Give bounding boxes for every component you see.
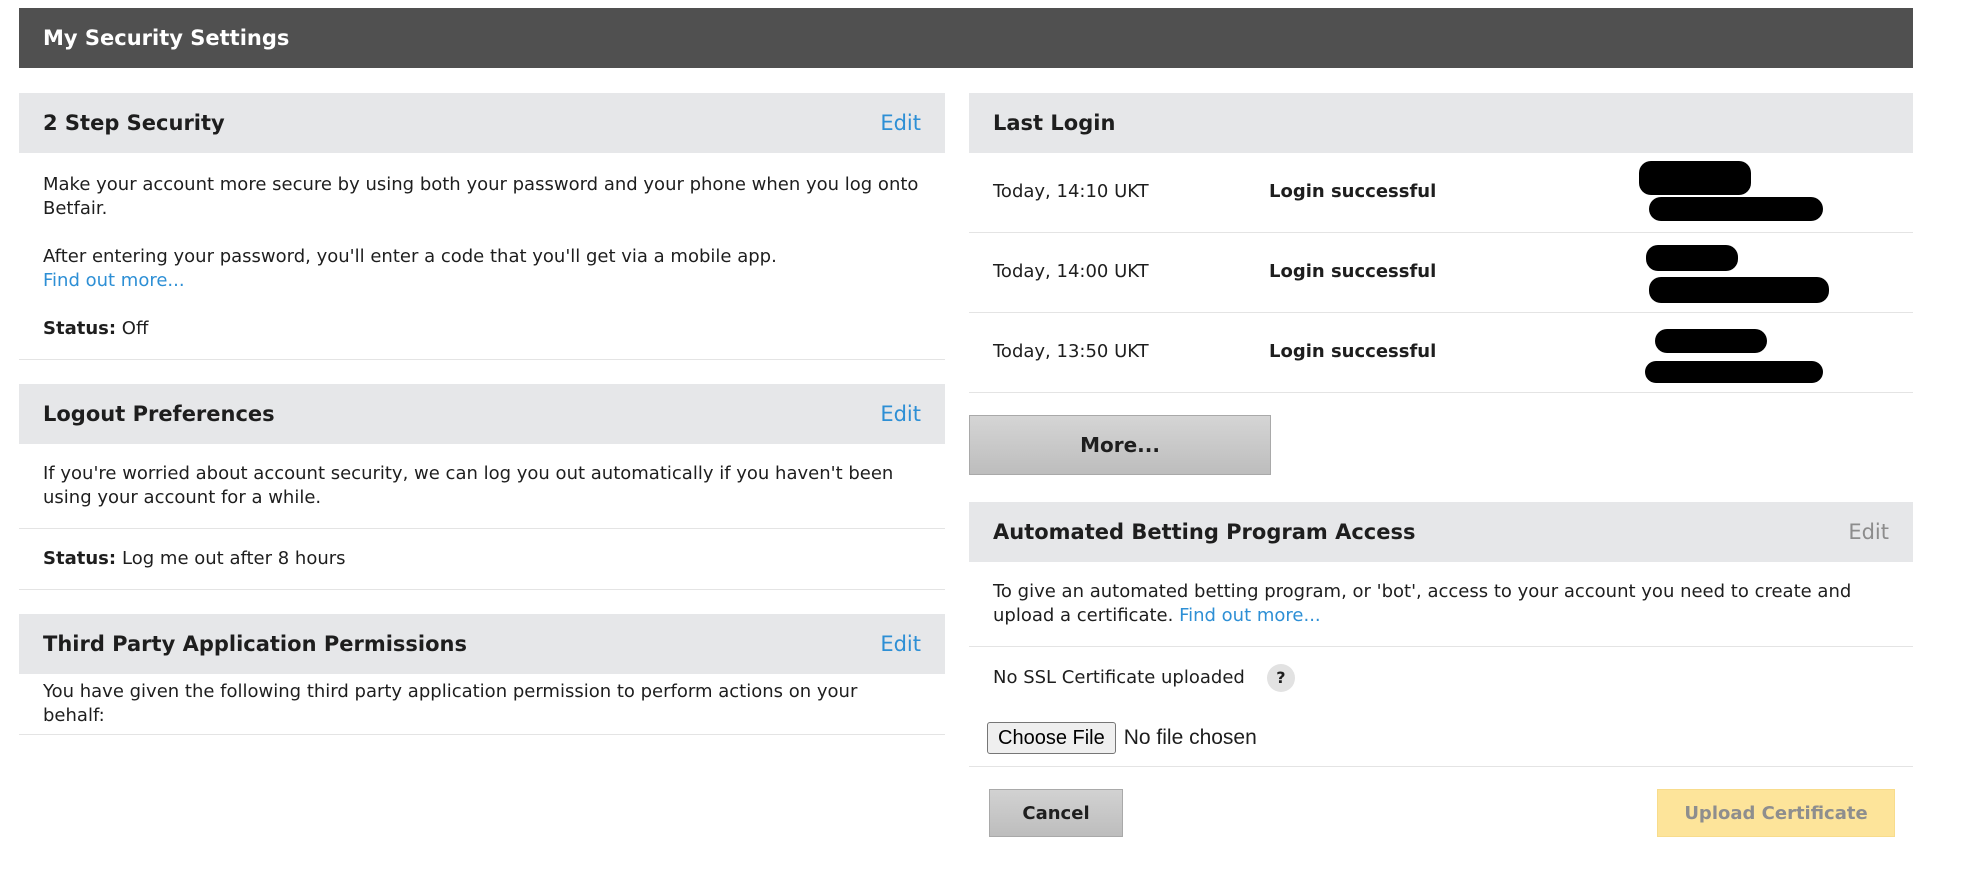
two-step-status-label: Status: xyxy=(43,318,117,339)
login-row: Today, 14:00 UKT Login successful xyxy=(969,233,1913,313)
more-logins-button[interactable]: More... xyxy=(969,415,1271,475)
two-step-section: 2 Step Security Edit Make your account m… xyxy=(19,93,945,360)
two-step-info: After entering your password, you'll ent… xyxy=(43,246,777,267)
certificate-status-row: No SSL Certificate uploaded ? xyxy=(969,647,1913,709)
cancel-label: Cancel xyxy=(1022,802,1090,824)
two-step-body: Make your account more secure by using b… xyxy=(19,153,945,360)
login-row: Today, 14:10 UKT Login successful xyxy=(969,153,1913,233)
bot-access-actions: Cancel Upload Certificate xyxy=(969,767,1913,847)
third-party-edit-link[interactable]: Edit xyxy=(880,632,921,656)
third-party-description: You have given the following third party… xyxy=(43,681,858,726)
page-header: My Security Settings xyxy=(19,8,1913,68)
logout-description-row: If you're worried about account security… xyxy=(19,444,945,529)
third-party-header: Third Party Application Permissions Edit xyxy=(19,614,945,674)
two-step-status-value: Off xyxy=(121,318,149,339)
bot-access-description: To give an automated betting program, or… xyxy=(993,581,1852,626)
logout-header: Logout Preferences Edit xyxy=(19,384,945,444)
login-status: Login successful xyxy=(1269,341,1437,362)
logout-status-value: Log me out after 8 hours xyxy=(122,548,346,569)
login-status: Login successful xyxy=(1269,261,1437,282)
two-step-find-out-more-link[interactable]: Find out more... xyxy=(43,270,185,291)
bot-access-section: Automated Betting Program Access Edit To… xyxy=(969,502,1913,847)
last-login-header: Last Login xyxy=(969,93,1913,153)
cancel-button[interactable]: Cancel xyxy=(989,789,1123,837)
two-step-title: 2 Step Security xyxy=(43,111,225,135)
logout-edit-link[interactable]: Edit xyxy=(880,402,921,426)
third-party-section: Third Party Application Permissions Edit… xyxy=(19,614,945,735)
third-party-description-row: You have given the following third party… xyxy=(19,674,945,735)
redacted-location xyxy=(1655,329,1767,353)
redacted-ip xyxy=(1645,361,1823,383)
logout-description: If you're worried about account security… xyxy=(43,463,894,508)
last-login-section: Last Login Today, 14:10 UKT Login succes… xyxy=(969,93,1913,475)
more-logins-label: More... xyxy=(1080,433,1160,457)
two-step-header: 2 Step Security Edit xyxy=(19,93,945,153)
file-input-row: Choose File No file chosen xyxy=(969,709,1913,767)
third-party-title: Third Party Application Permissions xyxy=(43,632,467,656)
last-login-title: Last Login xyxy=(993,111,1116,135)
login-time: Today, 14:00 UKT xyxy=(993,261,1149,282)
bot-access-header: Automated Betting Program Access Edit xyxy=(969,502,1913,562)
login-row: Today, 13:50 UKT Login successful xyxy=(969,313,1913,393)
bot-access-title: Automated Betting Program Access xyxy=(993,520,1416,544)
login-status: Login successful xyxy=(1269,181,1437,202)
redacted-ip xyxy=(1649,197,1823,221)
upload-certificate-button[interactable]: Upload Certificate xyxy=(1657,789,1895,837)
help-icon[interactable]: ? xyxy=(1266,664,1295,692)
two-step-description: Make your account more secure by using b… xyxy=(43,174,919,219)
bot-access-edit-link[interactable]: Edit xyxy=(1848,520,1889,544)
redacted-location xyxy=(1639,161,1751,195)
logout-status-row: Status: Log me out after 8 hours xyxy=(19,529,945,590)
redacted-ip xyxy=(1649,277,1829,303)
bot-access-description-row: To give an automated betting program, or… xyxy=(969,562,1913,647)
choose-file-button[interactable]: Choose File xyxy=(987,721,1116,754)
certificate-status: No SSL Certificate uploaded xyxy=(993,667,1245,688)
upload-certificate-label: Upload Certificate xyxy=(1684,802,1868,824)
left-column: 2 Step Security Edit Make your account m… xyxy=(19,93,945,735)
login-time: Today, 13:50 UKT xyxy=(993,341,1149,362)
page-title: My Security Settings xyxy=(43,26,290,50)
bot-access-find-out-more-link[interactable]: Find out more... xyxy=(1179,605,1321,626)
login-time: Today, 14:10 UKT xyxy=(993,181,1149,202)
no-file-chosen-text: No file chosen xyxy=(1123,725,1257,749)
logout-status-label: Status: xyxy=(43,548,117,569)
logout-title: Logout Preferences xyxy=(43,402,275,426)
redacted-location xyxy=(1646,245,1738,271)
logout-section: Logout Preferences Edit If you're worrie… xyxy=(19,384,945,590)
right-column: Last Login Today, 14:10 UKT Login succes… xyxy=(969,93,1913,837)
two-step-status: Status: Off xyxy=(43,317,921,341)
two-step-edit-link[interactable]: Edit xyxy=(880,111,921,135)
